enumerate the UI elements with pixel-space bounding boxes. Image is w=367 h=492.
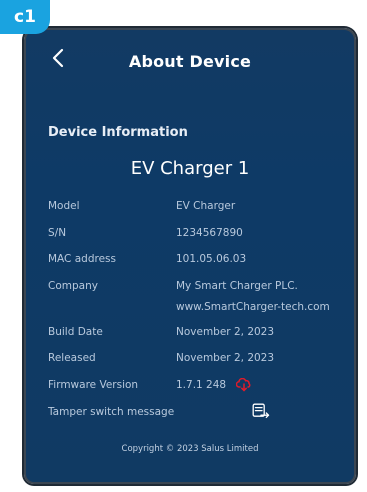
message-forward-icon: [252, 403, 270, 419]
company-label: Company: [48, 280, 98, 292]
firmware-label: Firmware Version: [48, 379, 139, 391]
page-title: About Device: [128, 52, 252, 71]
info-row-mac: MAC address 101.05.06.03: [48, 253, 344, 269]
info-row-released: Released November 2, 2023: [48, 352, 344, 368]
section-title: Device Information: [48, 125, 188, 140]
mac-label: MAC address: [48, 253, 116, 265]
device-screen: About Device Device Information EV Charg…: [24, 28, 356, 484]
info-row-sn: S/N 1234567890: [48, 227, 344, 243]
company-url[interactable]: www.SmartCharger-tech.com: [176, 301, 330, 313]
tamper-label: Tamper switch message: [48, 406, 175, 418]
firmware-download-button[interactable]: [235, 377, 252, 395]
device-name: EV Charger 1: [130, 158, 250, 179]
info-row-company-url: www.SmartCharger-tech.com: [48, 301, 344, 317]
released-value: November 2, 2023: [176, 352, 275, 364]
released-label: Released: [48, 352, 96, 364]
copyright-text: Copyright © 2023 Salus Limited: [121, 444, 259, 454]
sn-value: 1234567890: [176, 227, 243, 239]
step-badge: c1: [0, 0, 50, 34]
tamper-message-button[interactable]: [252, 403, 270, 422]
cloud-download-icon: [235, 377, 251, 392]
info-row-model: Model EV Charger: [48, 200, 344, 216]
app-header: About Device: [26, 30, 354, 96]
info-row-tamper: Tamper switch message: [48, 403, 344, 422]
firmware-value: 1.7.1 248: [176, 379, 227, 391]
build-date-value: November 2, 2023: [176, 326, 275, 338]
sn-label: S/N: [48, 227, 67, 239]
info-row-company: Company My Smart Charger PLC.: [48, 280, 344, 296]
mac-value: 101.05.06.03: [176, 253, 247, 265]
info-row-firmware: Firmware Version 1.7.1 248: [48, 377, 344, 395]
info-row-build-date: Build Date November 2, 2023: [48, 326, 344, 342]
model-label: Model: [48, 200, 80, 212]
model-value: EV Charger: [176, 200, 236, 212]
company-name: My Smart Charger PLC.: [176, 280, 298, 292]
build-date-label: Build Date: [48, 326, 103, 338]
